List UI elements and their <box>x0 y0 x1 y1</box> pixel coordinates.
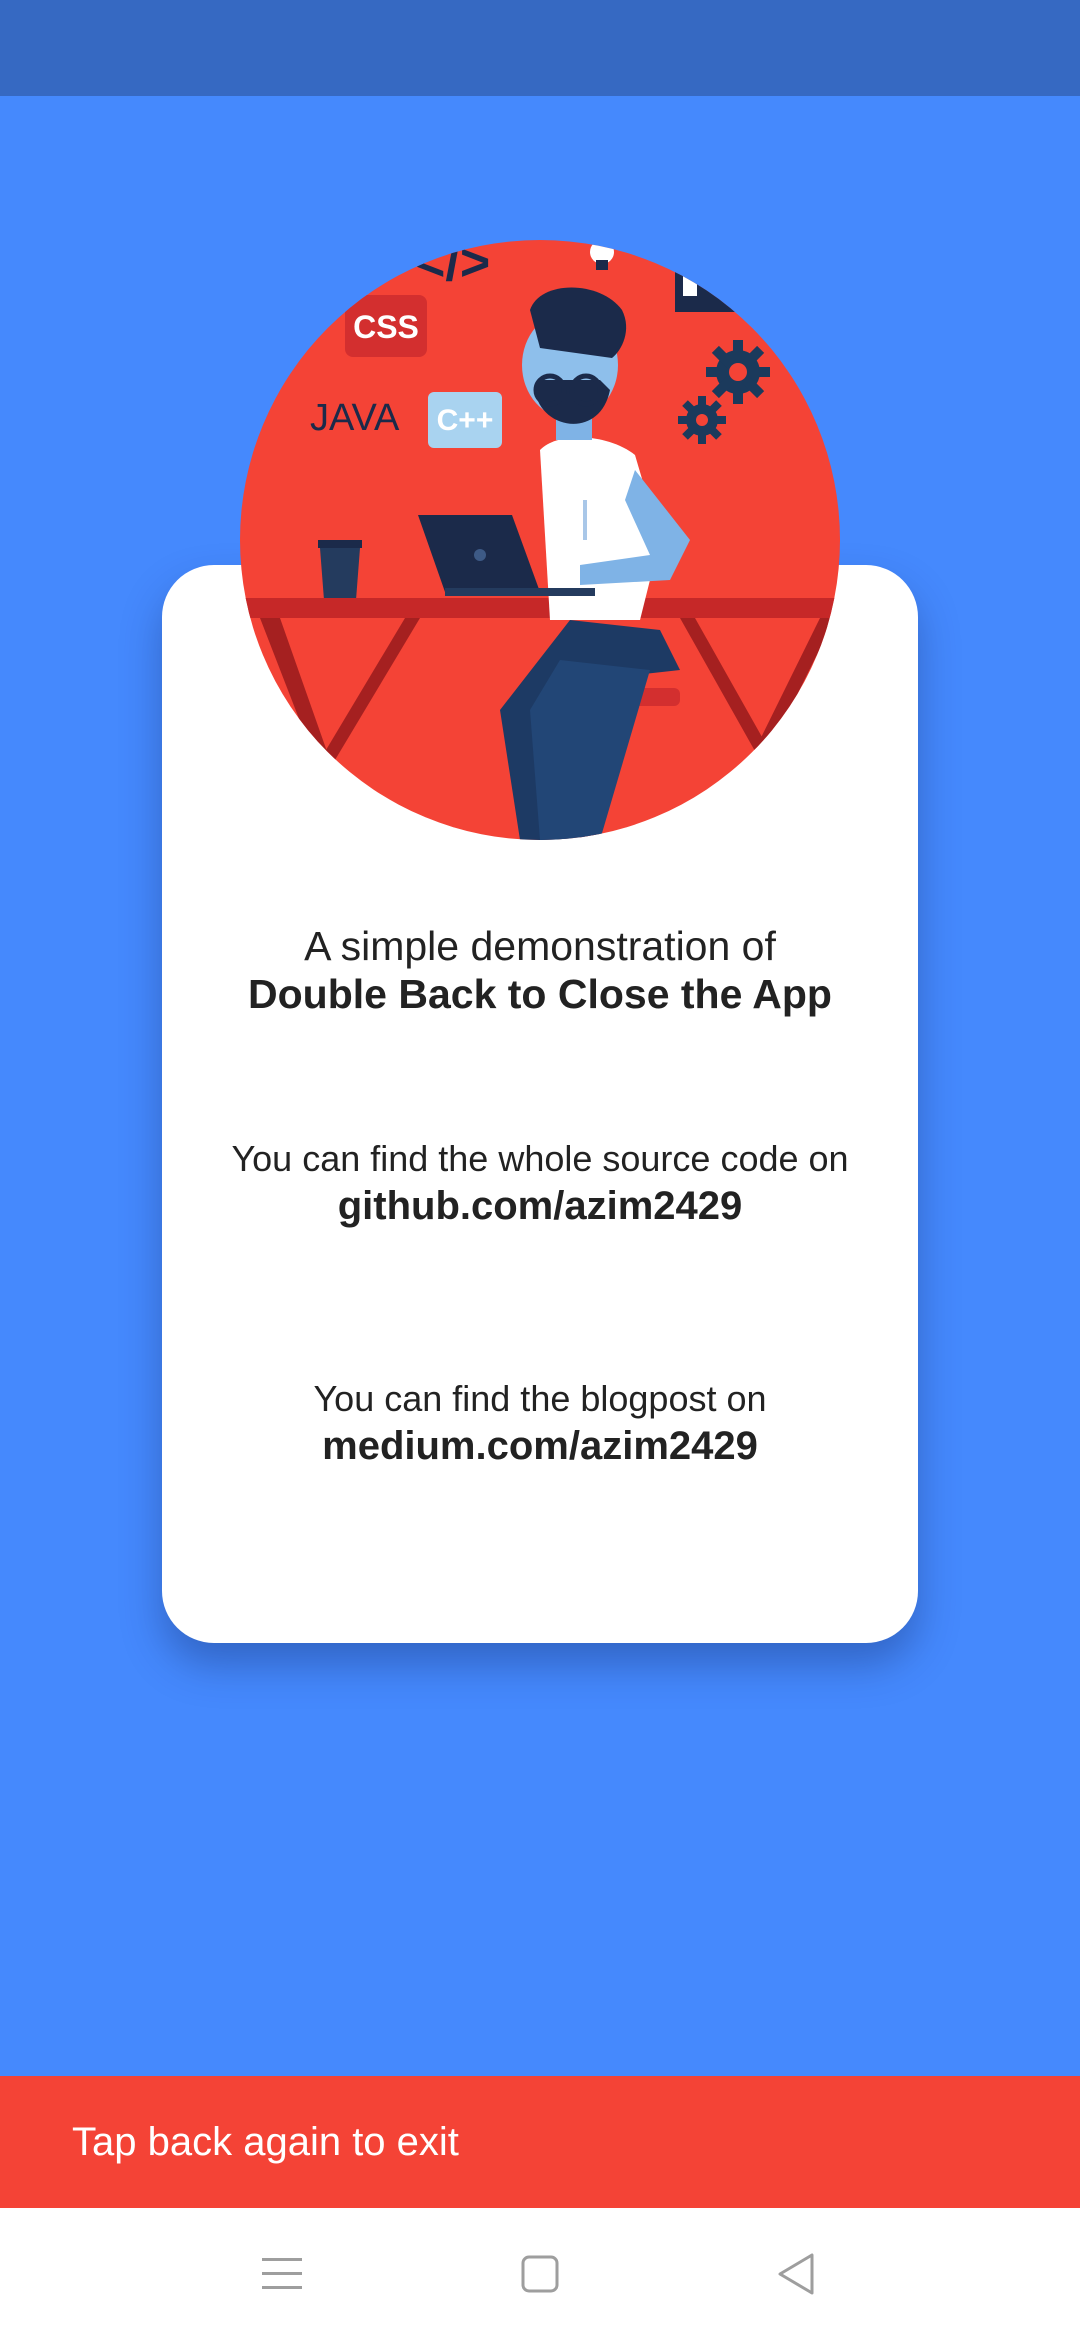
cpp-badge-label: C++ <box>437 404 494 437</box>
blogpost-text: You can find the blogpost on medium.com/… <box>162 1376 918 1470</box>
snackbar-message: Tap back again to exit <box>72 2120 459 2164</box>
nav-home-button[interactable] <box>500 2234 580 2314</box>
back-triangle-icon <box>778 2253 814 2295</box>
exit-snackbar: Tap back again to exit <box>0 2076 1080 2208</box>
app-title: Double Back to Close the App <box>248 971 832 1017</box>
developer-illustration: </> CSS JAVA C++ <box>240 240 840 840</box>
status-bar <box>0 0 1080 96</box>
nav-menu-button[interactable] <box>242 2234 322 2314</box>
css-badge-label: CSS <box>353 309 419 345</box>
source-code-line: You can find the whole source code on <box>231 1138 849 1179</box>
medium-link[interactable]: medium.com/azim2429 <box>162 1422 918 1470</box>
github-link[interactable]: github.com/azim2429 <box>162 1182 918 1230</box>
navigation-bar <box>0 2208 1080 2340</box>
intro-line: A simple demonstration of <box>304 923 776 969</box>
java-label: JAVA <box>310 397 400 439</box>
nav-back-button[interactable] <box>756 2234 836 2314</box>
intro-text: A simple demonstration of Double Back to… <box>162 922 918 1018</box>
blogpost-line: You can find the blogpost on <box>313 1378 767 1419</box>
source-code-text: You can find the whole source code on gi… <box>162 1136 918 1230</box>
home-square-icon <box>521 2255 559 2293</box>
menu-icon <box>262 2258 302 2289</box>
